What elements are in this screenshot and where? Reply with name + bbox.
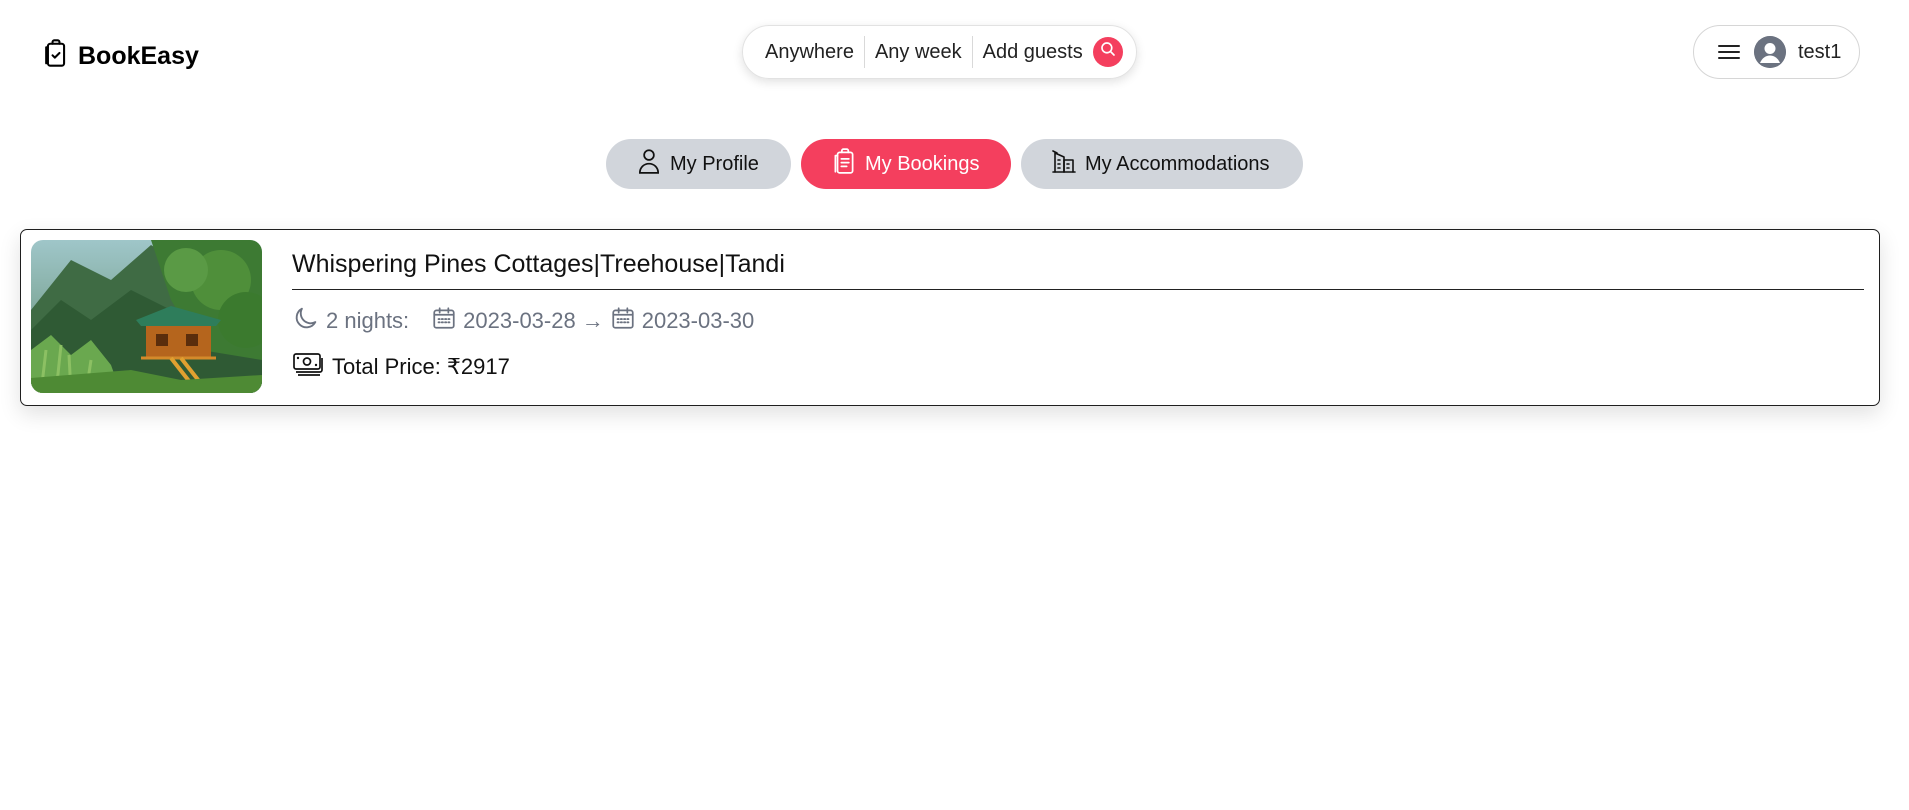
accommodation-photo [31, 240, 262, 393]
booking-title: Whispering Pines Cottages|Treehouse|Tand… [292, 240, 1864, 290]
calendar-icon [610, 305, 636, 337]
date-arrow: → [581, 308, 604, 333]
clipboard-list-icon [831, 147, 857, 181]
username: test1 [1798, 40, 1842, 63]
booking-dates: 2 nights: 2023-03-28 → 2023-03-30 [292, 304, 1864, 338]
building-icon [1051, 147, 1077, 181]
search-button[interactable] [1092, 37, 1123, 67]
user-icon [636, 147, 662, 181]
header: BookEasy Anywhere Any week Add guests te… [0, 0, 1909, 110]
booking-price: Total Price: ₹2917 [292, 350, 1864, 384]
search-bar[interactable]: Anywhere Any week Add guests [742, 25, 1137, 79]
total-price: Total Price: ₹2917 [332, 354, 510, 379]
brand-logo[interactable]: BookEasy [42, 38, 199, 75]
banknotes-icon [292, 350, 324, 384]
tab-label: My Accommodations [1085, 152, 1270, 175]
moon-icon [292, 304, 320, 338]
search-when[interactable]: Any week [865, 36, 972, 68]
booking-details: Whispering Pines Cottages|Treehouse|Tand… [292, 240, 1869, 395]
tab-my-profile[interactable]: My Profile [606, 139, 791, 189]
check-in-date: 2023-03-28 [463, 308, 576, 333]
calendar-icon [431, 305, 457, 337]
account-tabs: My Profile My Bookings My Accommodations [0, 139, 1909, 189]
tab-label: My Profile [670, 152, 759, 175]
tab-my-bookings[interactable]: My Bookings [801, 139, 1011, 189]
hamburger-menu-icon [1716, 41, 1742, 63]
user-menu-button[interactable]: test1 [1693, 25, 1860, 79]
check-out-date: 2023-03-30 [641, 308, 755, 333]
search-icon [1099, 40, 1117, 64]
tab-label: My Bookings [865, 152, 980, 175]
booking-card[interactable]: Whispering Pines Cottages|Treehouse|Tand… [20, 229, 1880, 406]
clipboard-check-icon [42, 38, 70, 75]
search-where[interactable]: Anywhere [763, 36, 864, 68]
tab-my-accommodations[interactable]: My Accommodations [1021, 139, 1303, 189]
brand-name: BookEasy [78, 42, 199, 70]
search-guests[interactable]: Add guests [973, 36, 1093, 68]
nights-count: 2 nights: [326, 308, 410, 333]
avatar [1754, 36, 1786, 68]
